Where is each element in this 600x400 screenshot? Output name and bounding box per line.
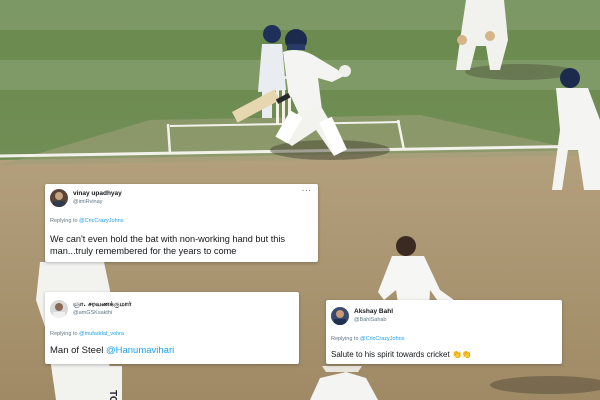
- avatar: [50, 300, 68, 318]
- reply-mention-link[interactable]: @mufaddal_vohra: [79, 331, 124, 337]
- handle: @imiRvinay: [73, 199, 103, 206]
- tweet-text: Salute to his spirit towards cricket 👏👏: [331, 349, 472, 360]
- avatar: [331, 307, 349, 325]
- tweet-card-1[interactable]: vinay upadhyay @imiRvinay ··· Replying t…: [45, 184, 318, 262]
- tweet-text-main: Salute to his spirit towards cricket: [331, 350, 450, 359]
- display-name: ஞா. சரவணக்குமார்: [73, 300, 132, 308]
- more-options-icon[interactable]: ···: [302, 188, 312, 195]
- tweet-card-2[interactable]: ஞா. சரவணக்குமார் @amGSKsakthi Replying t…: [45, 292, 299, 364]
- handle: @BahlSahab: [354, 317, 387, 324]
- reply-line: Replying to @CricCrazyJohns: [331, 336, 404, 342]
- avatar: [50, 189, 68, 207]
- reply-prefix: Replying to: [50, 218, 80, 224]
- reply-mention-link[interactable]: @CricCrazyJohns: [360, 336, 404, 342]
- reply-line: Replying to @CricCrazyJohns: [50, 218, 123, 224]
- display-name: Akshay Bahl: [354, 308, 394, 315]
- display-name: vinay upadhyay: [73, 190, 122, 197]
- slip-shadow: [465, 64, 575, 80]
- reply-prefix: Replying to: [50, 331, 80, 337]
- reply-mention-link[interactable]: @CricCrazyJohns: [79, 218, 123, 224]
- tweet-text: Man of Steel @Hanumavihari: [50, 345, 174, 357]
- tweet-text: We can't even hold the bat with non-work…: [50, 234, 285, 256]
- clapping-hands-icon: 👏👏: [451, 350, 472, 359]
- cricket-match-photo: TON vinay upadhyay @imiRvinay ··· Replyi…: [0, 0, 600, 400]
- tweet-text-prefix: Man of Steel: [50, 345, 106, 356]
- tweet-mention-link[interactable]: @Hanumavihari: [106, 345, 174, 356]
- tweet-card-3[interactable]: Akshay Bahl @BahlSahab Replying to @Cric…: [326, 300, 562, 364]
- reply-line: Replying to @mufaddal_vohra: [50, 331, 124, 337]
- handle: @amGSKsakthi: [73, 310, 113, 317]
- shirt-text: TON: [107, 390, 118, 400]
- reply-prefix: Replying to: [331, 336, 361, 342]
